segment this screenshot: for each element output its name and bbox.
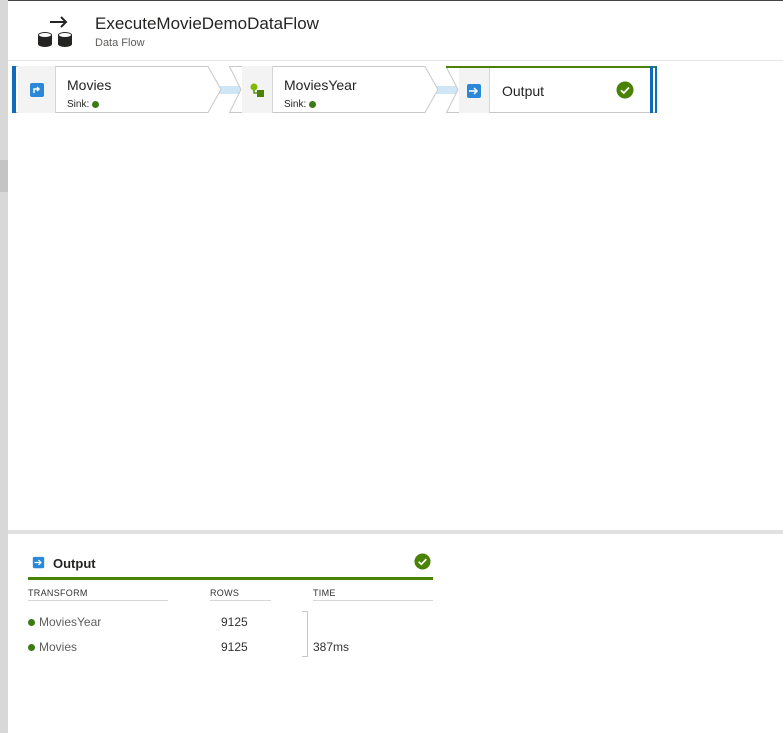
- node-accent-bar-outer: [655, 66, 657, 113]
- rows-cell: 9125: [221, 640, 248, 654]
- status-dot: [28, 644, 35, 652]
- rows-cell: 9125: [221, 615, 248, 629]
- time-cell: 387ms: [313, 640, 350, 654]
- column-header-time: TIME: [313, 588, 336, 598]
- status-dot: [28, 619, 35, 627]
- node-sink: Sink:: [67, 99, 100, 110]
- left-gutter: [0, 0, 8, 733]
- derived-column-icon: [250, 83, 264, 97]
- node-sink: Sink:: [284, 99, 317, 110]
- page-header: ExecuteMovieDemoDataFlow Data Flow: [8, 0, 783, 61]
- sink-icon: [467, 83, 481, 98]
- transform-cell: MoviesYear: [28, 615, 101, 629]
- node-icon-cell: [18, 66, 56, 113]
- sink-label: Sink:: [67, 99, 90, 110]
- flow-node-movies[interactable]: Movies Sink:: [12, 66, 222, 113]
- flow-node-output[interactable]: Output: [446, 66, 657, 113]
- column-header-rows: ROWS: [210, 588, 240, 598]
- page-title: ExecuteMovieDemoDataFlow: [95, 14, 319, 33]
- node-name: MoviesYear: [284, 77, 357, 93]
- status-dot: [92, 100, 100, 108]
- sink-label: Sink:: [284, 99, 307, 110]
- time-bracket: [302, 611, 308, 657]
- node-name: Output: [502, 83, 545, 99]
- status-dot: [309, 100, 317, 108]
- panel-title: Output: [53, 556, 96, 571]
- page-subtitle: Data Flow: [95, 37, 145, 49]
- check-circle-icon: [616, 81, 634, 99]
- sink-icon: [32, 556, 45, 569]
- column-underline: [313, 600, 433, 601]
- gutter-marker: [0, 160, 8, 192]
- source-icon: [29, 82, 44, 97]
- status-underline: [28, 577, 433, 580]
- transform-name: MoviesYear: [39, 615, 102, 629]
- transform-cell: Movies: [28, 640, 77, 654]
- check-circle-icon: [414, 553, 431, 570]
- node-icon-cell: [242, 66, 273, 113]
- column-header-transform: TRANSFORM: [28, 588, 88, 598]
- output-details-panel: Output TRANSFORM ROWS TIME MoviesYear 91…: [8, 534, 783, 733]
- dataflow-icon: [38, 16, 72, 47]
- node-icon-cell: [459, 68, 490, 113]
- flow-node-moviesyear[interactable]: MoviesYear Sink:: [229, 66, 439, 113]
- flow-canvas: Movies Sink: MoviesYear Sink: Output: [8, 61, 783, 530]
- node-name: Movies: [67, 77, 112, 93]
- column-underline: [210, 600, 271, 601]
- column-underline: [28, 600, 168, 601]
- node-accent-bar: [12, 66, 16, 113]
- node-accent-bar: [650, 66, 653, 113]
- transform-name: Movies: [39, 640, 78, 654]
